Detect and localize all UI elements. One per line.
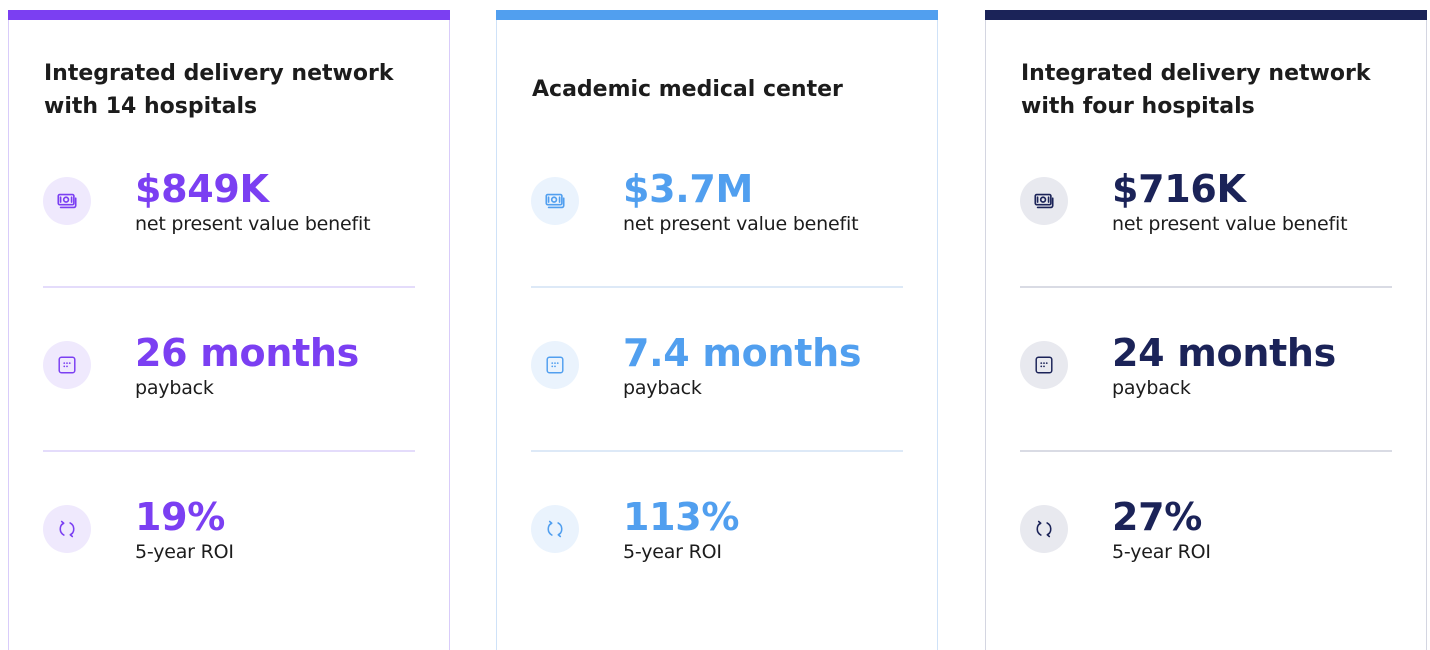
card-title: Academic medical center [532, 77, 843, 102]
case-study-card-academic: Academic medical center $3.7M net presen… [496, 10, 938, 650]
calendar-icon [43, 341, 91, 389]
metric-label: 5-year ROI [135, 541, 234, 563]
metric-value: $849K [135, 167, 269, 211]
money-icon [43, 177, 91, 225]
metric-npv: $3.7M net present value benefit [531, 167, 907, 237]
metric-label: payback [1112, 377, 1191, 399]
metric-value: 19% [135, 495, 226, 539]
metric-value: $716K [1112, 167, 1246, 211]
refresh-icon [43, 505, 91, 553]
metric-payback: 7.4 months payback [531, 331, 907, 401]
metric-value: 27% [1112, 495, 1203, 539]
refresh-icon [1020, 505, 1068, 553]
metric-label: 5-year ROI [623, 541, 722, 563]
metric-roi: 19% 5-year ROI [43, 495, 419, 565]
metric-roi: 27% 5-year ROI [1020, 495, 1396, 565]
metric-divider [43, 286, 415, 288]
card-accent-bar [985, 10, 1427, 20]
metric-value: 113% [623, 495, 740, 539]
calendar-icon [1020, 341, 1068, 389]
money-icon [1020, 177, 1068, 225]
metric-divider [1020, 450, 1392, 452]
metric-value: 24 months [1112, 331, 1337, 375]
metric-label: net present value benefit [1112, 213, 1348, 235]
metric-value: $3.7M [623, 167, 754, 211]
refresh-icon [531, 505, 579, 553]
card-accent-bar [8, 10, 450, 20]
metric-label: net present value benefit [135, 213, 371, 235]
metric-label: 5-year ROI [1112, 541, 1211, 563]
metric-divider [43, 450, 415, 452]
case-study-card-idn-14: Integrated delivery network with 14 hosp… [8, 10, 450, 650]
card-title: Integrated delivery network with four ho… [1021, 61, 1371, 119]
card-title: Integrated delivery network with 14 hosp… [44, 61, 394, 119]
case-study-card-idn-four: Integrated delivery network with four ho… [985, 10, 1427, 650]
money-icon [531, 177, 579, 225]
metric-value: 26 months [135, 331, 360, 375]
metric-npv: $716K net present value benefit [1020, 167, 1396, 237]
metric-roi: 113% 5-year ROI [531, 495, 907, 565]
metric-divider [531, 286, 903, 288]
metric-value: 7.4 months [623, 331, 862, 375]
metric-npv: $849K net present value benefit [43, 167, 419, 237]
metric-divider [531, 450, 903, 452]
metric-label: net present value benefit [623, 213, 859, 235]
metric-label: payback [623, 377, 702, 399]
calendar-icon [531, 341, 579, 389]
metric-payback: 24 months payback [1020, 331, 1396, 401]
metric-payback: 26 months payback [43, 331, 419, 401]
metric-divider [1020, 286, 1392, 288]
metric-label: payback [135, 377, 214, 399]
card-accent-bar [496, 10, 938, 20]
